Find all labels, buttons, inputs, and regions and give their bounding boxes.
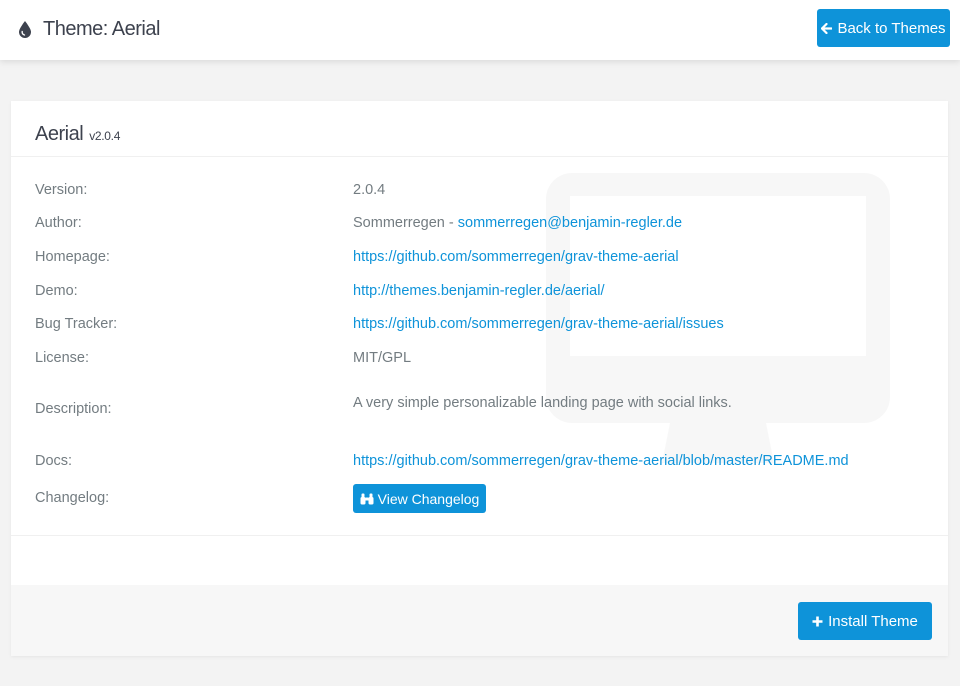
top-bar: Theme: Aerial Back to Themes bbox=[0, 0, 960, 60]
bug-tracker-label: Bug Tracker: bbox=[35, 316, 118, 332]
license-label: License: bbox=[35, 350, 90, 366]
version-value: 2.0.4 bbox=[353, 182, 386, 198]
description-label: Description: bbox=[35, 401, 112, 417]
bug-tracker-link[interactable]: https://github.com/sommerregen/grav-them… bbox=[353, 316, 724, 332]
demo-label: Demo: bbox=[35, 283, 78, 299]
theme-details-card: Aerial v2.0.4 Version: 2.0.4 Author: Som… bbox=[11, 101, 948, 656]
version-label: Version: bbox=[35, 182, 88, 198]
author-value: Sommerregen - sommerregen@benjamin-regle… bbox=[353, 215, 682, 231]
theme-name: Aerial bbox=[35, 123, 84, 145]
detail-row-license: License: MIT/GPL bbox=[35, 350, 935, 372]
back-button-label: Back to Themes bbox=[837, 19, 946, 37]
author-name: Sommerregen bbox=[353, 215, 445, 231]
changelog-button-label: View Changelog bbox=[377, 490, 480, 507]
docs-link[interactable]: https://github.com/sommerregen/grav-them… bbox=[353, 453, 849, 469]
description-value: A very simple personalizable landing pag… bbox=[353, 395, 732, 411]
card-header: Aerial v2.0.4 bbox=[11, 101, 948, 157]
detail-row-bug-tracker: Bug Tracker: https://github.com/sommerre… bbox=[35, 316, 935, 338]
view-changelog-button[interactable]: View Changelog bbox=[353, 484, 486, 513]
changelog-label: Changelog: bbox=[35, 490, 110, 506]
homepage-link[interactable]: https://github.com/sommerregen/grav-them… bbox=[353, 249, 679, 265]
author-separator: - bbox=[444, 215, 458, 231]
detail-row-homepage: Homepage: https://github.com/sommerregen… bbox=[35, 249, 935, 271]
card-divider bbox=[11, 535, 948, 536]
install-button-label: Install Theme bbox=[828, 612, 918, 630]
license-value: MIT/GPL bbox=[353, 350, 412, 366]
author-label: Author: bbox=[35, 215, 82, 231]
detail-row-author: Author: Sommerregen - sommerregen@benjam… bbox=[35, 215, 935, 237]
card-footer: Install Theme bbox=[11, 585, 948, 656]
back-to-themes-button[interactable]: Back to Themes bbox=[817, 9, 950, 47]
detail-row-docs: Docs: https://github.com/sommerregen/gra… bbox=[35, 453, 935, 475]
theme-name-heading: Aerial v2.0.4 bbox=[35, 123, 120, 146]
plus-icon bbox=[812, 616, 823, 626]
grav-drop-icon bbox=[19, 20, 31, 38]
detail-row-demo: Demo: http://themes.benjamin-regler.de/a… bbox=[35, 283, 935, 305]
detail-row-description: Description: A very simple personalizabl… bbox=[35, 395, 935, 417]
arrow-left-icon bbox=[821, 22, 833, 34]
install-theme-button[interactable]: Install Theme bbox=[798, 602, 932, 640]
detail-row-version: Version: 2.0.4 bbox=[35, 182, 935, 204]
demo-link[interactable]: http://themes.benjamin-regler.de/aerial/ bbox=[353, 283, 604, 299]
title-group: Theme: Aerial bbox=[18, 17, 160, 41]
author-email-link[interactable]: sommerregen@benjamin-regler.de bbox=[458, 215, 682, 231]
binoculars-icon bbox=[360, 493, 374, 504]
theme-version-tag: v2.0.4 bbox=[89, 129, 121, 143]
page-title: Theme: Aerial bbox=[43, 17, 160, 40]
docs-label: Docs: bbox=[35, 453, 73, 469]
homepage-label: Homepage: bbox=[35, 249, 110, 265]
